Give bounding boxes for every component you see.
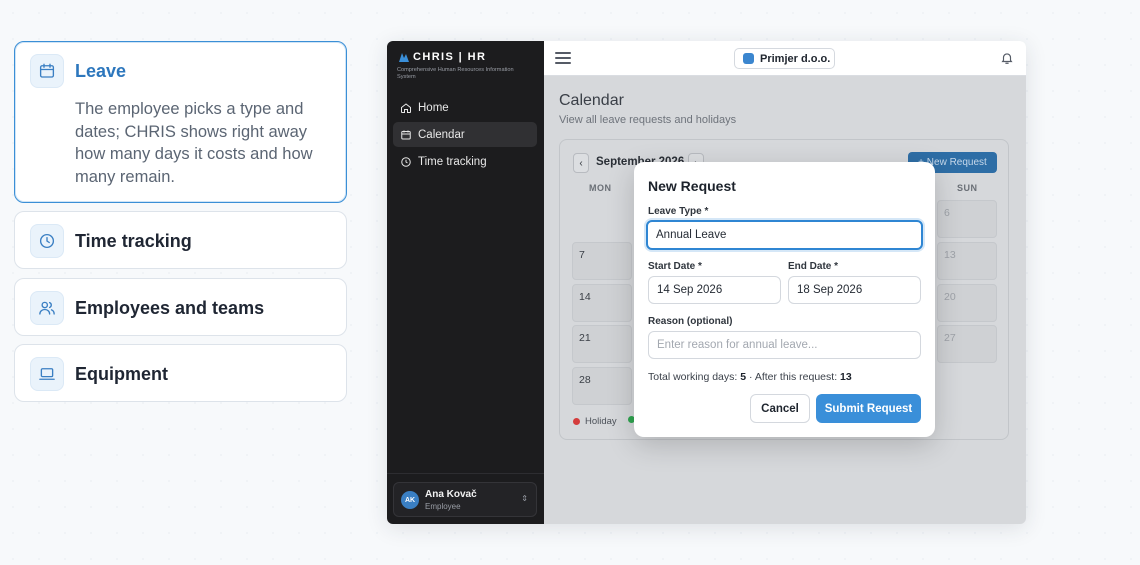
page-subtitle: View all leave requests and holidays [559, 114, 737, 126]
feature-title: Employees and teams [75, 298, 265, 318]
company-selector[interactable]: Primjer d.o.o. [734, 48, 835, 69]
sidebar-item-label: Calendar [418, 128, 465, 141]
clock-icon [401, 156, 411, 167]
leave-type-label: Leave Type * [648, 206, 709, 217]
end-date-field[interactable] [788, 276, 921, 304]
sidebar-item-home[interactable]: Home [393, 95, 537, 120]
calendar-day[interactable]: 27 [937, 325, 997, 363]
remaining-days-count: 13 [840, 371, 852, 383]
calendar-day[interactable]: 7 [572, 242, 632, 280]
calendar-day[interactable]: 28 [572, 367, 632, 405]
weekday-mon: MON [589, 183, 612, 193]
sidebar: CHRIS | HR Comprehensive Human Resources… [387, 41, 544, 524]
new-request-modal: New Request Leave Type * Start Date * En… [634, 162, 935, 437]
end-date-label: End Date * [788, 261, 839, 272]
users-icon [30, 291, 64, 325]
company-icon [743, 53, 754, 64]
feature-card-equipment[interactable]: Equipment [14, 344, 347, 402]
calendar-day[interactable]: 14 [572, 284, 632, 322]
chevron-left-icon[interactable]: ‹ [573, 153, 589, 173]
feature-title: Equipment [75, 364, 168, 384]
user-role: Employee [425, 502, 461, 511]
menu-icon[interactable] [555, 52, 571, 65]
laptop-icon [30, 357, 64, 391]
reason-label: Reason (optional) [648, 316, 733, 327]
leave-type-select[interactable] [646, 220, 923, 250]
reason-field[interactable] [648, 331, 921, 359]
page-title: Calendar [559, 92, 624, 109]
chevron-updown-icon: ⇕ [521, 494, 528, 503]
sidebar-divider [387, 473, 544, 474]
legend-holiday: Holiday [573, 416, 617, 427]
home-icon [401, 102, 411, 113]
top-bar: Primjer d.o.o. [544, 41, 1026, 76]
sidebar-item-calendar[interactable]: Calendar [393, 122, 537, 147]
clock-icon [30, 224, 64, 258]
days-summary: Total working days: 5 · After this reque… [648, 371, 852, 383]
holiday-dot-icon [573, 418, 580, 425]
user-menu[interactable]: AK Ana Kovač Employee ⇕ [393, 482, 537, 517]
calendar-day[interactable]: 13 [937, 242, 997, 280]
logo-mark-icon [399, 52, 409, 62]
calendar-icon [30, 54, 64, 88]
logo-subtitle: Comprehensive Human Resources Informatio… [397, 67, 514, 80]
calendar-day[interactable]: 20 [937, 284, 997, 322]
bell-icon[interactable] [1000, 51, 1014, 70]
sidebar-item-label: Time tracking [418, 155, 487, 168]
app-logo: CHRIS | HR [398, 51, 486, 63]
feature-description: The employee picks a type and dates; CHR… [75, 100, 313, 186]
company-name: Primjer d.o.o. [760, 52, 831, 65]
weekday-sun: SUN [957, 183, 978, 193]
feature-title: Leave [75, 61, 127, 81]
user-name: Ana Kovač [425, 489, 477, 500]
start-date-field[interactable] [648, 276, 781, 304]
feature-title: Time tracking [75, 231, 192, 251]
calendar-day[interactable]: 21 [572, 325, 632, 363]
feature-card-time-tracking[interactable]: Time tracking [14, 211, 347, 269]
sidebar-item-time-tracking[interactable]: Time tracking [393, 149, 537, 174]
working-days-count: 5 [740, 371, 747, 383]
sidebar-item-label: Home [418, 101, 449, 114]
sidebar-nav: Home Calendar Time tracking [393, 95, 537, 176]
feature-card-employees[interactable]: Employees and teams [14, 278, 347, 336]
feature-card-leave[interactable]: Leave The employee picks a type and date… [14, 41, 347, 203]
start-date-label: Start Date * [648, 261, 702, 272]
calendar-icon [401, 130, 411, 139]
cancel-button[interactable]: Cancel [750, 394, 810, 423]
submit-request-button[interactable]: Submit Request [816, 394, 921, 423]
modal-title: New Request [648, 178, 736, 194]
avatar: AK [401, 491, 419, 509]
calendar-day[interactable]: 6 [937, 200, 997, 238]
